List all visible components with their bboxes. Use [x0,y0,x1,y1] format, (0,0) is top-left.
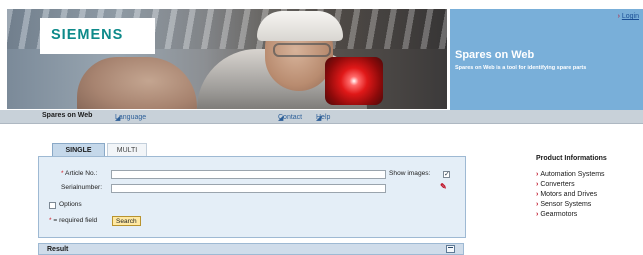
page-subtitle: Spares on Web is a tool for identifying … [455,65,587,71]
eraser-icon[interactable]: ✎ [440,182,447,191]
header-banner: SIEMENS › Login Spares on Web Spares on … [0,0,643,110]
arrow-right-icon: › [536,171,539,178]
arrow-right-icon: › [536,201,539,208]
arrow-right-icon: › [536,191,539,198]
result-title: Result [47,246,69,253]
required-field-hint: * = required field [49,217,98,224]
arrow-right-icon: › [617,13,620,20]
serial-label: Serialnumber: [61,184,103,191]
tab-single[interactable]: SINGLE [52,143,105,156]
search-form: * Article No.: Show images: ✓ Serialnumb… [38,156,466,238]
product-link-gearmotors[interactable]: › Gearmotors [536,210,641,220]
page-title: Spares on Web [455,49,535,61]
product-link-motors[interactable]: › Motors and Drives [536,190,641,200]
caret-icon: ◢ [115,115,121,122]
options-label: Options [59,201,82,208]
product-link-automation[interactable]: › Automation Systems [536,170,641,180]
product-link-sensors[interactable]: › Sensor Systems [536,200,641,210]
result-panel-header: Result [38,243,464,255]
nav-home[interactable]: Spares on Web [42,112,92,119]
arrow-right-icon: › [536,211,539,218]
article-number-input[interactable] [111,170,386,179]
login-link[interactable]: › Login [618,13,639,20]
serial-number-input[interactable] [111,184,386,193]
top-navigation: Spares on Web Language ◢ Contact ◢ Help … [0,110,643,124]
show-images-checkbox[interactable]: ✓ [443,171,450,178]
siemens-logo[interactable]: SIEMENS [51,27,123,43]
product-informations-heading: Product Informations [536,155,607,162]
product-informations-panel: Product Informations › Automation Systems… [536,155,641,220]
search-button[interactable]: Search [112,216,141,226]
collapse-icon[interactable] [446,245,455,253]
caret-icon: ◢ [316,115,322,122]
required-marker: * [49,217,52,224]
caret-icon: ◢ [278,115,284,122]
show-images-label: Show images: [389,170,431,177]
title-panel: › Login Spares on Web Spares on Web is a… [450,9,643,110]
tab-multi[interactable]: MULTI [107,143,147,156]
product-link-converters[interactable]: › Converters [536,180,641,190]
required-marker: * [61,170,64,177]
article-label: * Article No.: [61,170,98,177]
options-checkbox[interactable] [49,202,56,209]
arrow-right-icon: › [536,181,539,188]
